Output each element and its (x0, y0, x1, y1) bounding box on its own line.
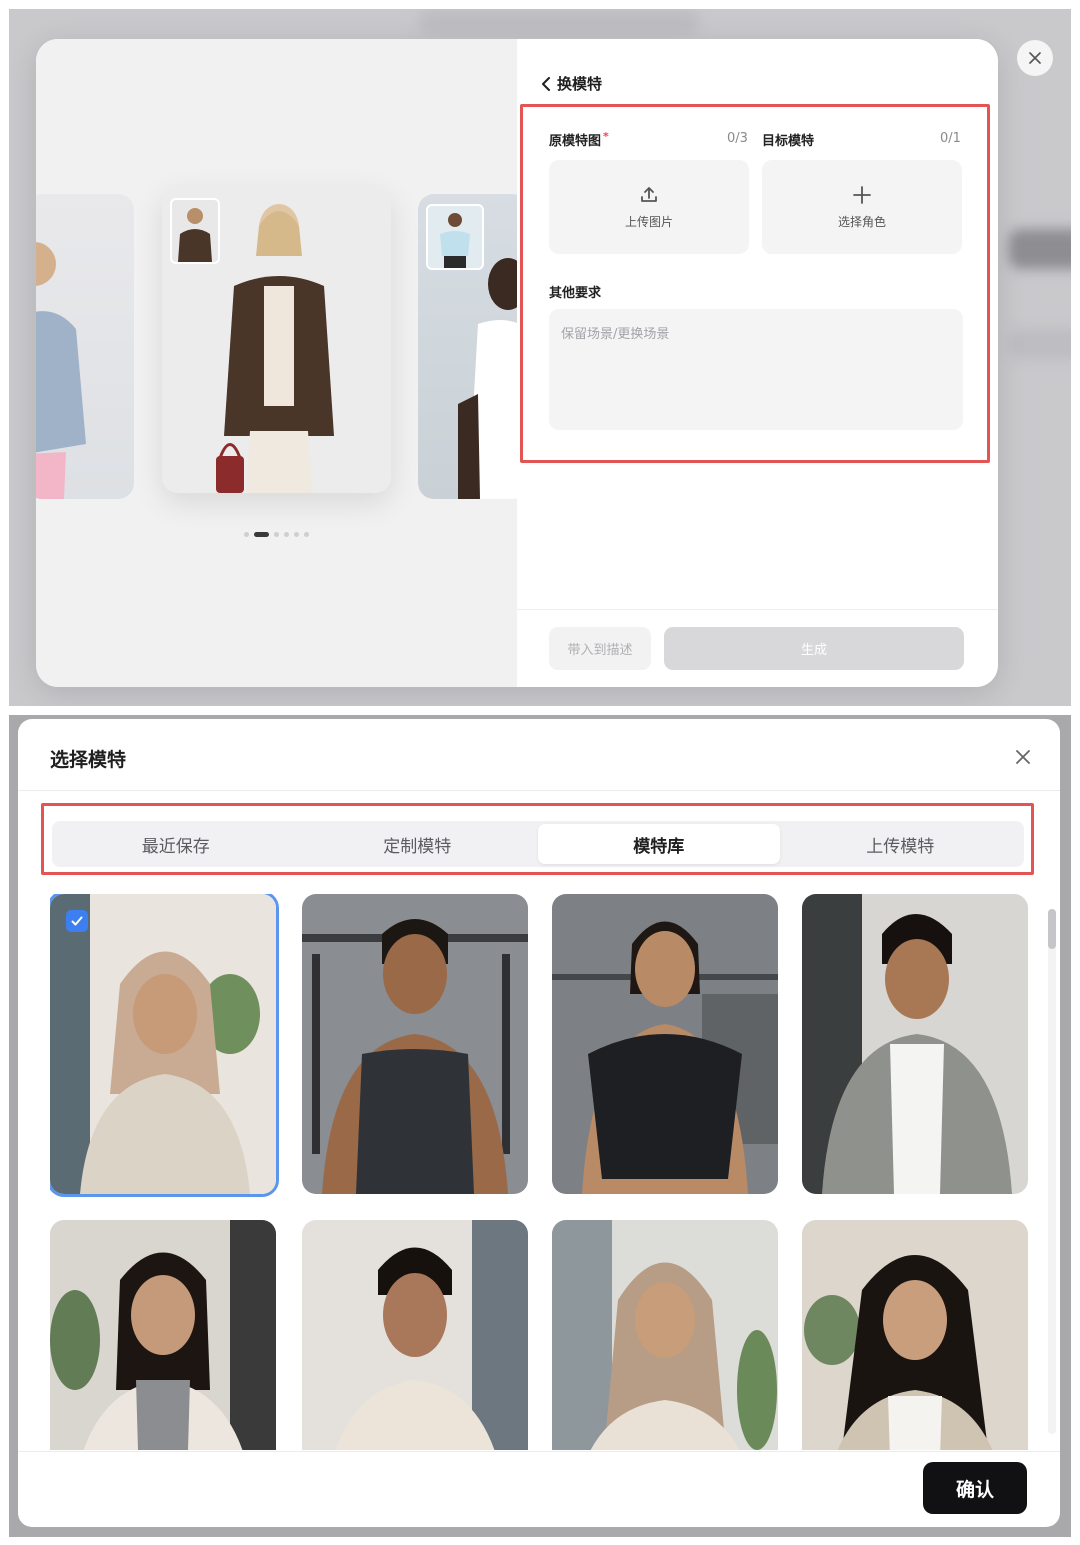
carousel-card-current[interactable] (162, 186, 391, 493)
chevron-left-icon (542, 76, 550, 91)
target-model-count: 0/1 (940, 131, 961, 146)
original-model-count: 0/3 (727, 131, 748, 146)
carousel-dot[interactable] (244, 532, 249, 537)
grid-scrollbar[interactable] (1048, 909, 1056, 1434)
carousel-card-next[interactable] (418, 194, 517, 499)
example-carousel[interactable] (36, 39, 517, 687)
check-icon (71, 916, 83, 926)
carousel-dot[interactable] (274, 532, 279, 537)
fill-description-button[interactable]: 带入到描述 (549, 627, 651, 670)
upload-icon (641, 186, 657, 202)
select-model-screenshot: 选择模特 最近保存 定制模特 模特库 上传模特 确认 (9, 715, 1071, 1537)
carousel-pagination[interactable] (36, 532, 517, 537)
source-thumbnail (170, 198, 220, 264)
upload-image-label: 上传图片 (624, 214, 673, 229)
title-divider (18, 790, 1060, 791)
model-card[interactable] (302, 894, 528, 1194)
close-dialog-button[interactable] (1017, 40, 1053, 76)
generate-button[interactable]: 生成 (664, 627, 964, 670)
change-model-form: 换模特 原模特图 * 0/3 目标模特 0/1 上传图片 选择角色 其他要求 保… (517, 39, 998, 687)
scrollbar-thumb[interactable] (1048, 909, 1056, 949)
carousel-dot[interactable] (294, 532, 299, 537)
close-icon (1029, 52, 1041, 64)
footer-divider (517, 609, 998, 610)
model-card[interactable] (552, 1220, 778, 1450)
target-thumbnail (426, 204, 484, 270)
carousel-dot[interactable] (284, 532, 289, 537)
change-model-screenshot: 换模特 原模特图 * 0/3 目标模特 0/1 上传图片 选择角色 其他要求 保… (9, 9, 1071, 706)
carousel-dot[interactable] (304, 532, 309, 537)
model-card[interactable] (50, 1220, 276, 1450)
confirm-button[interactable]: 确认 (923, 1462, 1027, 1514)
select-model-dialog: 选择模特 最近保存 定制模特 模特库 上传模特 确认 (18, 719, 1060, 1527)
back-button[interactable]: 换模特 (541, 73, 602, 94)
panel-title: 换模特 (557, 75, 603, 93)
target-model-label: 目标模特 (762, 134, 815, 149)
model-card[interactable] (50, 894, 276, 1194)
tab-model-library[interactable]: 模特库 (538, 824, 780, 864)
tab-upload[interactable]: 上传模特 (780, 824, 1022, 864)
original-model-label: 原模特图 * (549, 130, 609, 149)
footer-divider (18, 1451, 1060, 1452)
upload-image-button[interactable]: 上传图片 (549, 160, 749, 254)
select-role-label: 选择角色 (837, 214, 886, 229)
required-mark: * (603, 130, 609, 143)
other-requirements-input[interactable] (549, 309, 963, 430)
close-icon (1016, 750, 1030, 764)
model-source-tabs: 最近保存 定制模特 模特库 上传模特 (52, 821, 1024, 867)
model-card[interactable] (802, 1220, 1028, 1450)
other-requirements-label: 其他要求 (549, 286, 602, 301)
select-role-button[interactable]: 选择角色 (762, 160, 962, 254)
tab-recent[interactable]: 最近保存 (55, 824, 297, 864)
carousel-dot[interactable] (254, 532, 269, 537)
carousel-card-prev[interactable] (36, 194, 134, 499)
dialog-title: 选择模特 (50, 749, 127, 771)
selected-check (66, 910, 88, 932)
close-select-dialog-button[interactable] (1012, 746, 1034, 768)
model-card[interactable] (802, 894, 1028, 1194)
plus-icon (853, 185, 871, 204)
tab-custom[interactable]: 定制模特 (297, 824, 539, 864)
change-model-dialog: 换模特 原模特图 * 0/3 目标模特 0/1 上传图片 选择角色 其他要求 保… (36, 39, 998, 687)
model-card[interactable] (552, 894, 778, 1194)
model-grid (50, 894, 1040, 1450)
model-card[interactable] (302, 1220, 528, 1450)
